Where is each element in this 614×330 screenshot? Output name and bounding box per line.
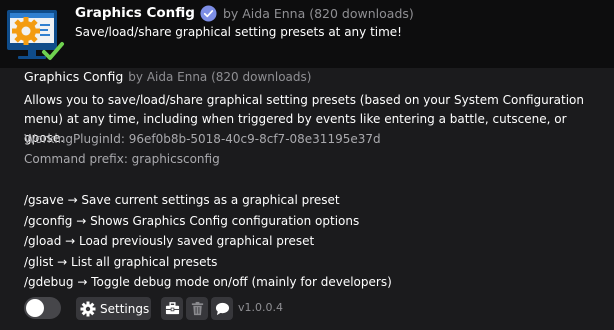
command-item: /gload → Load previously saved graphical… — [24, 234, 315, 248]
toolbox-icon — [165, 302, 179, 315]
trash-icon — [191, 301, 203, 316]
enable-toggle[interactable] — [24, 297, 61, 319]
feedback-button[interactable] — [211, 297, 233, 320]
command-list: /gsave → Save current settings as a grap… — [24, 190, 392, 293]
gear-monitor-icon — [7, 10, 64, 60]
command-prefix: Command prefix: graphicsconfig — [24, 152, 220, 166]
working-plugin-id: WorkingPluginId: 96ef0b8b-5018-40c9-8cf7… — [24, 132, 381, 146]
plugin-summary: Save/load/share graphical setting preset… — [75, 25, 402, 39]
delete-button[interactable] — [186, 297, 208, 320]
command-item: /gconfig → Shows Graphics Config configu… — [24, 213, 360, 228]
command-item: /glist → List all graphical presets — [24, 254, 218, 269]
version-label: v1.0.0.4 — [238, 301, 283, 314]
command-item: /gdebug → Toggle debug mode on/off (main… — [24, 275, 392, 289]
gear-icon — [80, 301, 96, 316]
toolbox-button[interactable] — [161, 297, 183, 320]
details-name: Graphics Config — [24, 69, 124, 84]
settings-button[interactable]: Settings — [76, 297, 151, 320]
details-title-row: Graphics Config by Aida Enna (820 downlo… — [24, 69, 311, 84]
details-author: by Aida Enna (820 downloads) — [128, 70, 312, 84]
header-title-row: Graphics Config by Aida Enna (820 downlo… — [75, 3, 414, 23]
plugin-header[interactable]: Graphics Config by Aida Enna (820 downlo… — [0, 0, 614, 68]
plugin-author: by Aida Enna (820 downloads) — [222, 5, 414, 21]
plugin-entry: Graphics Config by Aida Enna (820 downlo… — [0, 0, 614, 330]
plugin-name: Graphics Config — [75, 5, 195, 21]
command-item: /gsave → Save current settings as a grap… — [24, 193, 340, 207]
toggle-knob — [26, 299, 44, 317]
settings-button-label: Settings — [100, 301, 150, 316]
chat-bubble-icon — [215, 302, 229, 316]
verified-check-icon — [200, 4, 217, 22]
